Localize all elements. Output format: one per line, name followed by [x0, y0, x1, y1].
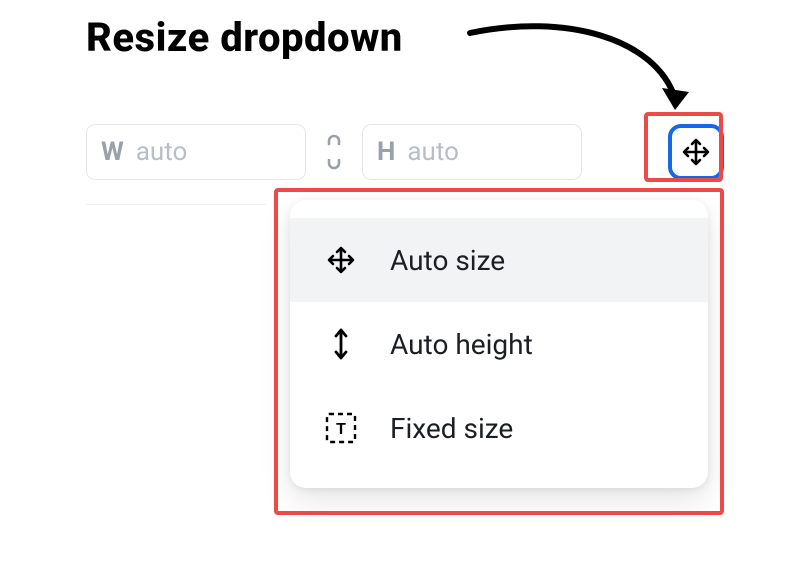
annotation-arrow [465, 18, 695, 118]
menu-item-auto-height[interactable]: Auto height [290, 302, 708, 386]
width-value: auto [136, 137, 188, 167]
annotation-label: Resize dropdown [86, 14, 403, 61]
link-dimensions-icon[interactable] [316, 124, 352, 180]
size-controls-row: W auto H auto [86, 118, 724, 186]
fixed-size-icon: T [320, 407, 362, 449]
menu-item-fixed-size[interactable]: T Fixed size [290, 386, 708, 470]
auto-height-icon [320, 323, 362, 365]
resize-dropdown-menu: Auto size Auto height T [290, 200, 708, 488]
resize-dropdown-button[interactable] [668, 124, 724, 180]
height-letter: H [377, 137, 395, 167]
width-input[interactable]: W auto [86, 124, 306, 180]
auto-size-icon [320, 239, 362, 281]
menu-item-label: Auto size [390, 244, 505, 277]
svg-text:T: T [336, 421, 346, 438]
menu-item-label: Auto height [390, 328, 533, 361]
height-input[interactable]: H auto [362, 124, 582, 180]
height-value: auto [407, 137, 459, 167]
resize-icon [679, 135, 713, 169]
menu-item-label: Fixed size [390, 412, 513, 445]
width-letter: W [101, 137, 124, 167]
menu-item-auto-size[interactable]: Auto size [290, 218, 708, 302]
divider [86, 204, 266, 205]
